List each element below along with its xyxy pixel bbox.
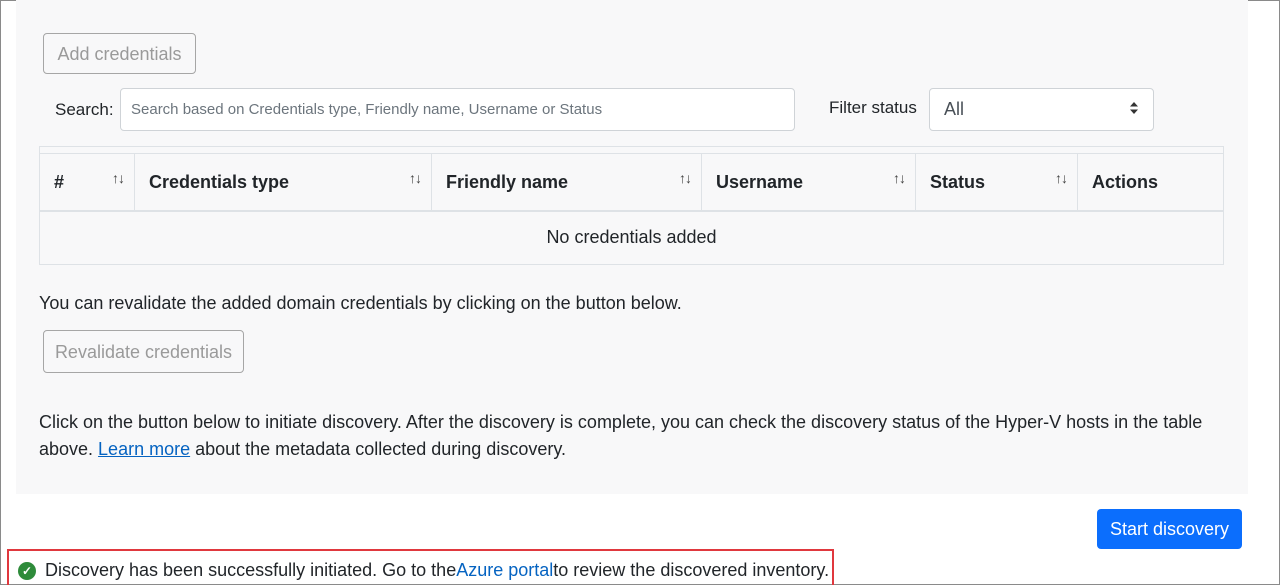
start-discovery-button[interactable]: Start discovery — [1097, 509, 1242, 549]
success-check-icon: ✓ — [18, 561, 36, 580]
revalidate-credentials-button[interactable]: Revalidate credentials — [43, 330, 244, 373]
credentials-table: # ↑↓ Credentials type ↑↓ Friendly name ↑… — [39, 146, 1224, 265]
column-header-label: Friendly name — [446, 171, 569, 192]
azure-portal-link[interactable]: Azure portal — [456, 560, 553, 581]
column-header-label: Status — [930, 171, 986, 192]
select-caret-icon — [1129, 101, 1139, 118]
sort-icon[interactable]: ↑↓ — [112, 170, 125, 186]
column-header-label: Credentials type — [149, 171, 290, 192]
search-label: Search: — [55, 100, 114, 119]
column-header-status[interactable]: Status ↑↓ — [916, 154, 1078, 210]
table-empty-message: No credentials added — [546, 227, 717, 247]
column-header-friendly-name[interactable]: Friendly name ↑↓ — [432, 154, 702, 210]
discovery-description: Click on the button below to initiate di… — [39, 409, 1229, 463]
column-header-label: # — [54, 171, 65, 192]
status-text-after: to review the discovered inventory. — [553, 560, 830, 580]
column-header-label: Actions — [1092, 171, 1159, 192]
column-header-username[interactable]: Username ↑↓ — [702, 154, 916, 210]
sort-icon[interactable]: ↑↓ — [409, 170, 422, 186]
column-header-label: Username — [716, 171, 804, 192]
column-header-actions: Actions — [1078, 154, 1223, 210]
column-header-credentials-type[interactable]: Credentials type ↑↓ — [135, 154, 432, 210]
filter-status-select[interactable]: All — [929, 88, 1154, 131]
discovery-status-message: ✓ Discovery has been successfully initia… — [7, 549, 834, 585]
revalidate-description: You can revalidate the added domain cred… — [39, 293, 682, 313]
sort-icon[interactable]: ↑↓ — [679, 170, 692, 186]
column-header-number[interactable]: # ↑↓ — [40, 154, 135, 210]
table-header: # ↑↓ Credentials type ↑↓ Friendly name ↑… — [40, 153, 1223, 212]
sort-icon[interactable]: ↑↓ — [893, 170, 906, 186]
learn-more-link[interactable]: Learn more — [98, 439, 190, 459]
add-credentials-button[interactable]: Add credentials — [43, 33, 196, 74]
filter-status-label: Filter status — [829, 98, 917, 117]
status-text-before: Discovery has been successfully initiate… — [45, 560, 457, 580]
search-input[interactable]: Search based on Credentials type, Friend… — [120, 88, 795, 131]
filter-status-value: All — [944, 99, 965, 119]
sort-icon[interactable]: ↑↓ — [1055, 170, 1068, 186]
status-message-content: ✓ Discovery has been successfully initia… — [18, 560, 829, 581]
discovery-text-after: about the metadata collected during disc… — [190, 439, 566, 459]
